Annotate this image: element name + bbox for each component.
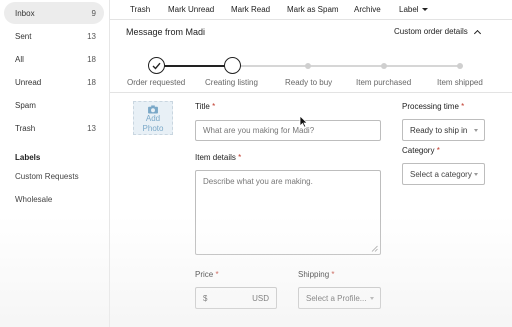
category-select[interactable]: Select a category	[402, 163, 485, 185]
caret-down-icon	[421, 8, 428, 11]
category-label-text: Category	[402, 146, 435, 155]
price-label: Price *	[195, 270, 219, 279]
label-item-wholesale[interactable]: Wholesale	[15, 195, 52, 204]
shipping-profile-select[interactable]: Select a Profile...	[298, 287, 381, 309]
required-asterisk: *	[436, 146, 440, 155]
label-dropdown-text: Label	[399, 5, 419, 14]
price-input[interactable]: $ USD	[195, 287, 277, 309]
processing-time-select[interactable]: Ready to ship in	[402, 119, 485, 141]
step-complete-marker	[148, 57, 165, 74]
sidebar-item-label: All	[15, 54, 24, 64]
sidebar-item-unread[interactable]: Unread 18	[4, 71, 104, 93]
currency-code: USD	[252, 293, 269, 303]
custom-order-toggle[interactable]: Custom order details	[394, 27, 481, 37]
required-asterisk: *	[238, 153, 242, 162]
sidebar-item-sent[interactable]: Sent 13	[4, 25, 104, 47]
item-details-label-text: Item details	[195, 153, 236, 162]
labels-heading: Labels	[15, 153, 41, 162]
caret-down-icon	[474, 173, 478, 176]
step-label: Item shipped	[437, 78, 483, 87]
progress-line-complete	[157, 65, 232, 67]
trash-button[interactable]: Trash	[130, 5, 150, 14]
checkmark-icon	[152, 62, 161, 70]
sidebar-item-trash[interactable]: Trash 13	[4, 117, 104, 139]
step-label: Ready to buy	[285, 78, 333, 87]
processing-time-label: Processing time *	[402, 102, 464, 111]
step-pending-marker	[381, 63, 387, 69]
step-label: Order requested	[127, 78, 186, 87]
archive-button[interactable]: Archive	[354, 5, 381, 14]
label-item-custom-requests[interactable]: Custom Requests	[15, 172, 79, 181]
camera-icon	[148, 105, 158, 114]
sidebar-item-count: 18	[87, 54, 96, 64]
sidebar-item-count: 18	[87, 77, 96, 87]
progress-line-pending	[232, 65, 460, 67]
price-label-text: Price	[195, 270, 214, 279]
label-dropdown[interactable]: Label	[399, 5, 428, 14]
title-label: Title *	[195, 102, 215, 111]
mark-unread-button[interactable]: Mark Unread	[168, 5, 214, 14]
required-asterisk: *	[215, 270, 219, 279]
resize-handle-icon[interactable]	[371, 245, 378, 252]
title-label-text: Title	[195, 102, 210, 111]
section-divider	[110, 92, 512, 93]
sidebar-item-count: 13	[87, 31, 96, 41]
sidebar-item-inbox[interactable]: Inbox 9	[4, 2, 104, 24]
sidebar-item-all[interactable]: All 18	[4, 48, 104, 70]
sidebar-item-count: 13	[87, 123, 96, 133]
required-asterisk: *	[212, 102, 216, 111]
step-label: Item purchased	[356, 78, 412, 87]
mouse-cursor-icon	[299, 115, 308, 128]
step-pending-marker	[305, 63, 311, 69]
sidebar-item-label: Sent	[15, 31, 32, 41]
item-details-placeholder: Describe what you are making.	[203, 177, 313, 186]
required-asterisk: *	[461, 102, 465, 111]
step-pending-marker	[457, 63, 463, 69]
step-label: Creating listing	[205, 78, 258, 87]
message-title: Message from Madi	[126, 27, 206, 37]
shipping-label: Shipping *	[298, 270, 335, 279]
sidebar-item-count: 9	[91, 8, 96, 18]
message-toolbar: Trash Mark Unread Mark Read Mark as Spam…	[110, 0, 512, 20]
sidebar-item-label: Trash	[15, 123, 36, 133]
sidebar-item-spam[interactable]: Spam	[4, 94, 104, 116]
required-asterisk: *	[331, 270, 335, 279]
category-value: Select a category	[410, 169, 472, 179]
toolbar-divider	[110, 19, 512, 20]
item-details-label: Item details *	[195, 153, 241, 162]
category-label: Category *	[402, 146, 440, 155]
mark-spam-button[interactable]: Mark as Spam	[287, 5, 339, 14]
add-photo-button[interactable]: Add Photo	[133, 101, 173, 135]
mark-read-button[interactable]: Mark Read	[231, 5, 270, 14]
item-details-textarea[interactable]: Describe what you are making.	[195, 170, 381, 255]
add-photo-label: Add Photo	[142, 114, 164, 133]
sidebar-item-label: Inbox	[15, 8, 35, 18]
sidebar: Inbox 9 Sent 13 All 18 Unread 18 Spam Tr…	[0, 0, 110, 327]
processing-time-label-text: Processing time	[402, 102, 459, 111]
shipping-value: Select a Profile...	[306, 293, 367, 303]
sidebar-item-label: Spam	[15, 100, 36, 110]
chevron-up-icon	[473, 29, 481, 37]
caret-down-icon	[370, 297, 374, 300]
sidebar-item-label: Unread	[15, 77, 42, 87]
title-placeholder: What are you making for Madi?	[203, 126, 315, 135]
custom-order-toggle-label: Custom order details	[394, 27, 468, 36]
currency-symbol: $	[203, 293, 208, 303]
title-input[interactable]: What are you making for Madi?	[195, 120, 381, 141]
shipping-label-text: Shipping	[298, 270, 330, 279]
step-current-marker	[224, 57, 241, 74]
processing-time-value: Ready to ship in	[410, 125, 468, 135]
caret-down-icon	[474, 129, 478, 132]
